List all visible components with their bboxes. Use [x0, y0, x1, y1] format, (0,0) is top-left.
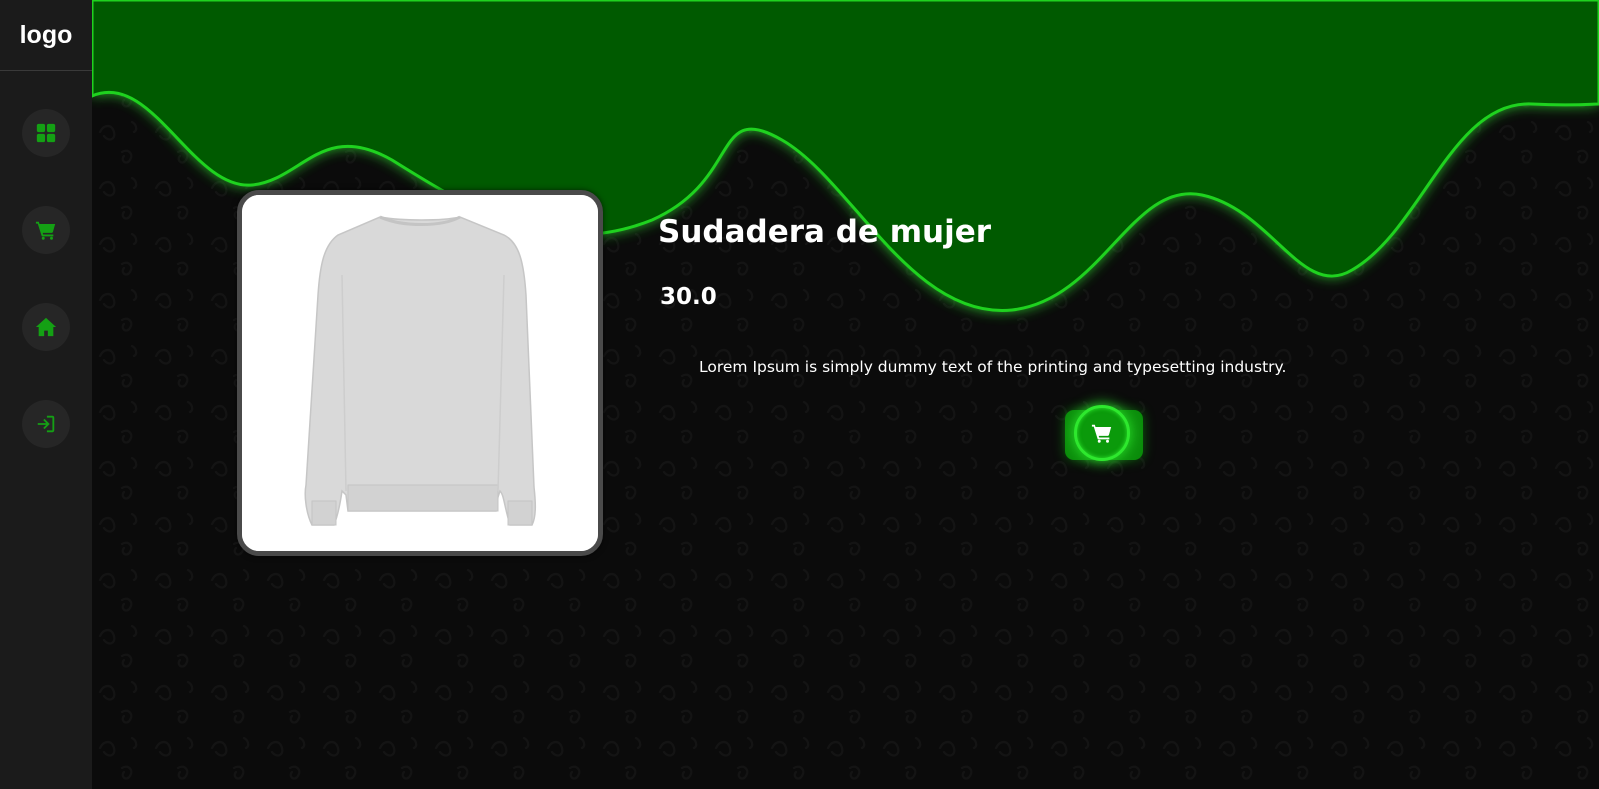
- sign-in-icon: [37, 415, 55, 433]
- sidebar-item-login[interactable]: [22, 400, 70, 448]
- main-content: Sudadera de mujer 30.0 Lorem Ipsum is si…: [92, 0, 1599, 789]
- product-description: Lorem Ipsum is simply dummy text of the …: [699, 358, 1287, 376]
- logo[interactable]: logo: [0, 0, 92, 71]
- cart-button-ring: [1074, 405, 1130, 461]
- app-root: logo Sudadera de mujer 30.0 Lorem Ipsum …: [0, 0, 1599, 789]
- sidebar-item-cart[interactable]: [22, 206, 70, 254]
- sidebar: logo: [0, 0, 92, 789]
- product-price: 30.0: [660, 284, 717, 310]
- product-image: [242, 195, 598, 551]
- add-to-cart-button[interactable]: [1065, 405, 1143, 461]
- sidebar-item-home[interactable]: [22, 303, 70, 351]
- grid-icon: [36, 123, 56, 143]
- cart-icon: [1091, 424, 1112, 443]
- home-icon: [35, 317, 57, 337]
- product-image-card: [237, 190, 603, 556]
- product-title: Sudadera de mujer: [658, 214, 992, 250]
- cart-icon: [35, 221, 56, 240]
- sidebar-item-dashboard[interactable]: [22, 109, 70, 157]
